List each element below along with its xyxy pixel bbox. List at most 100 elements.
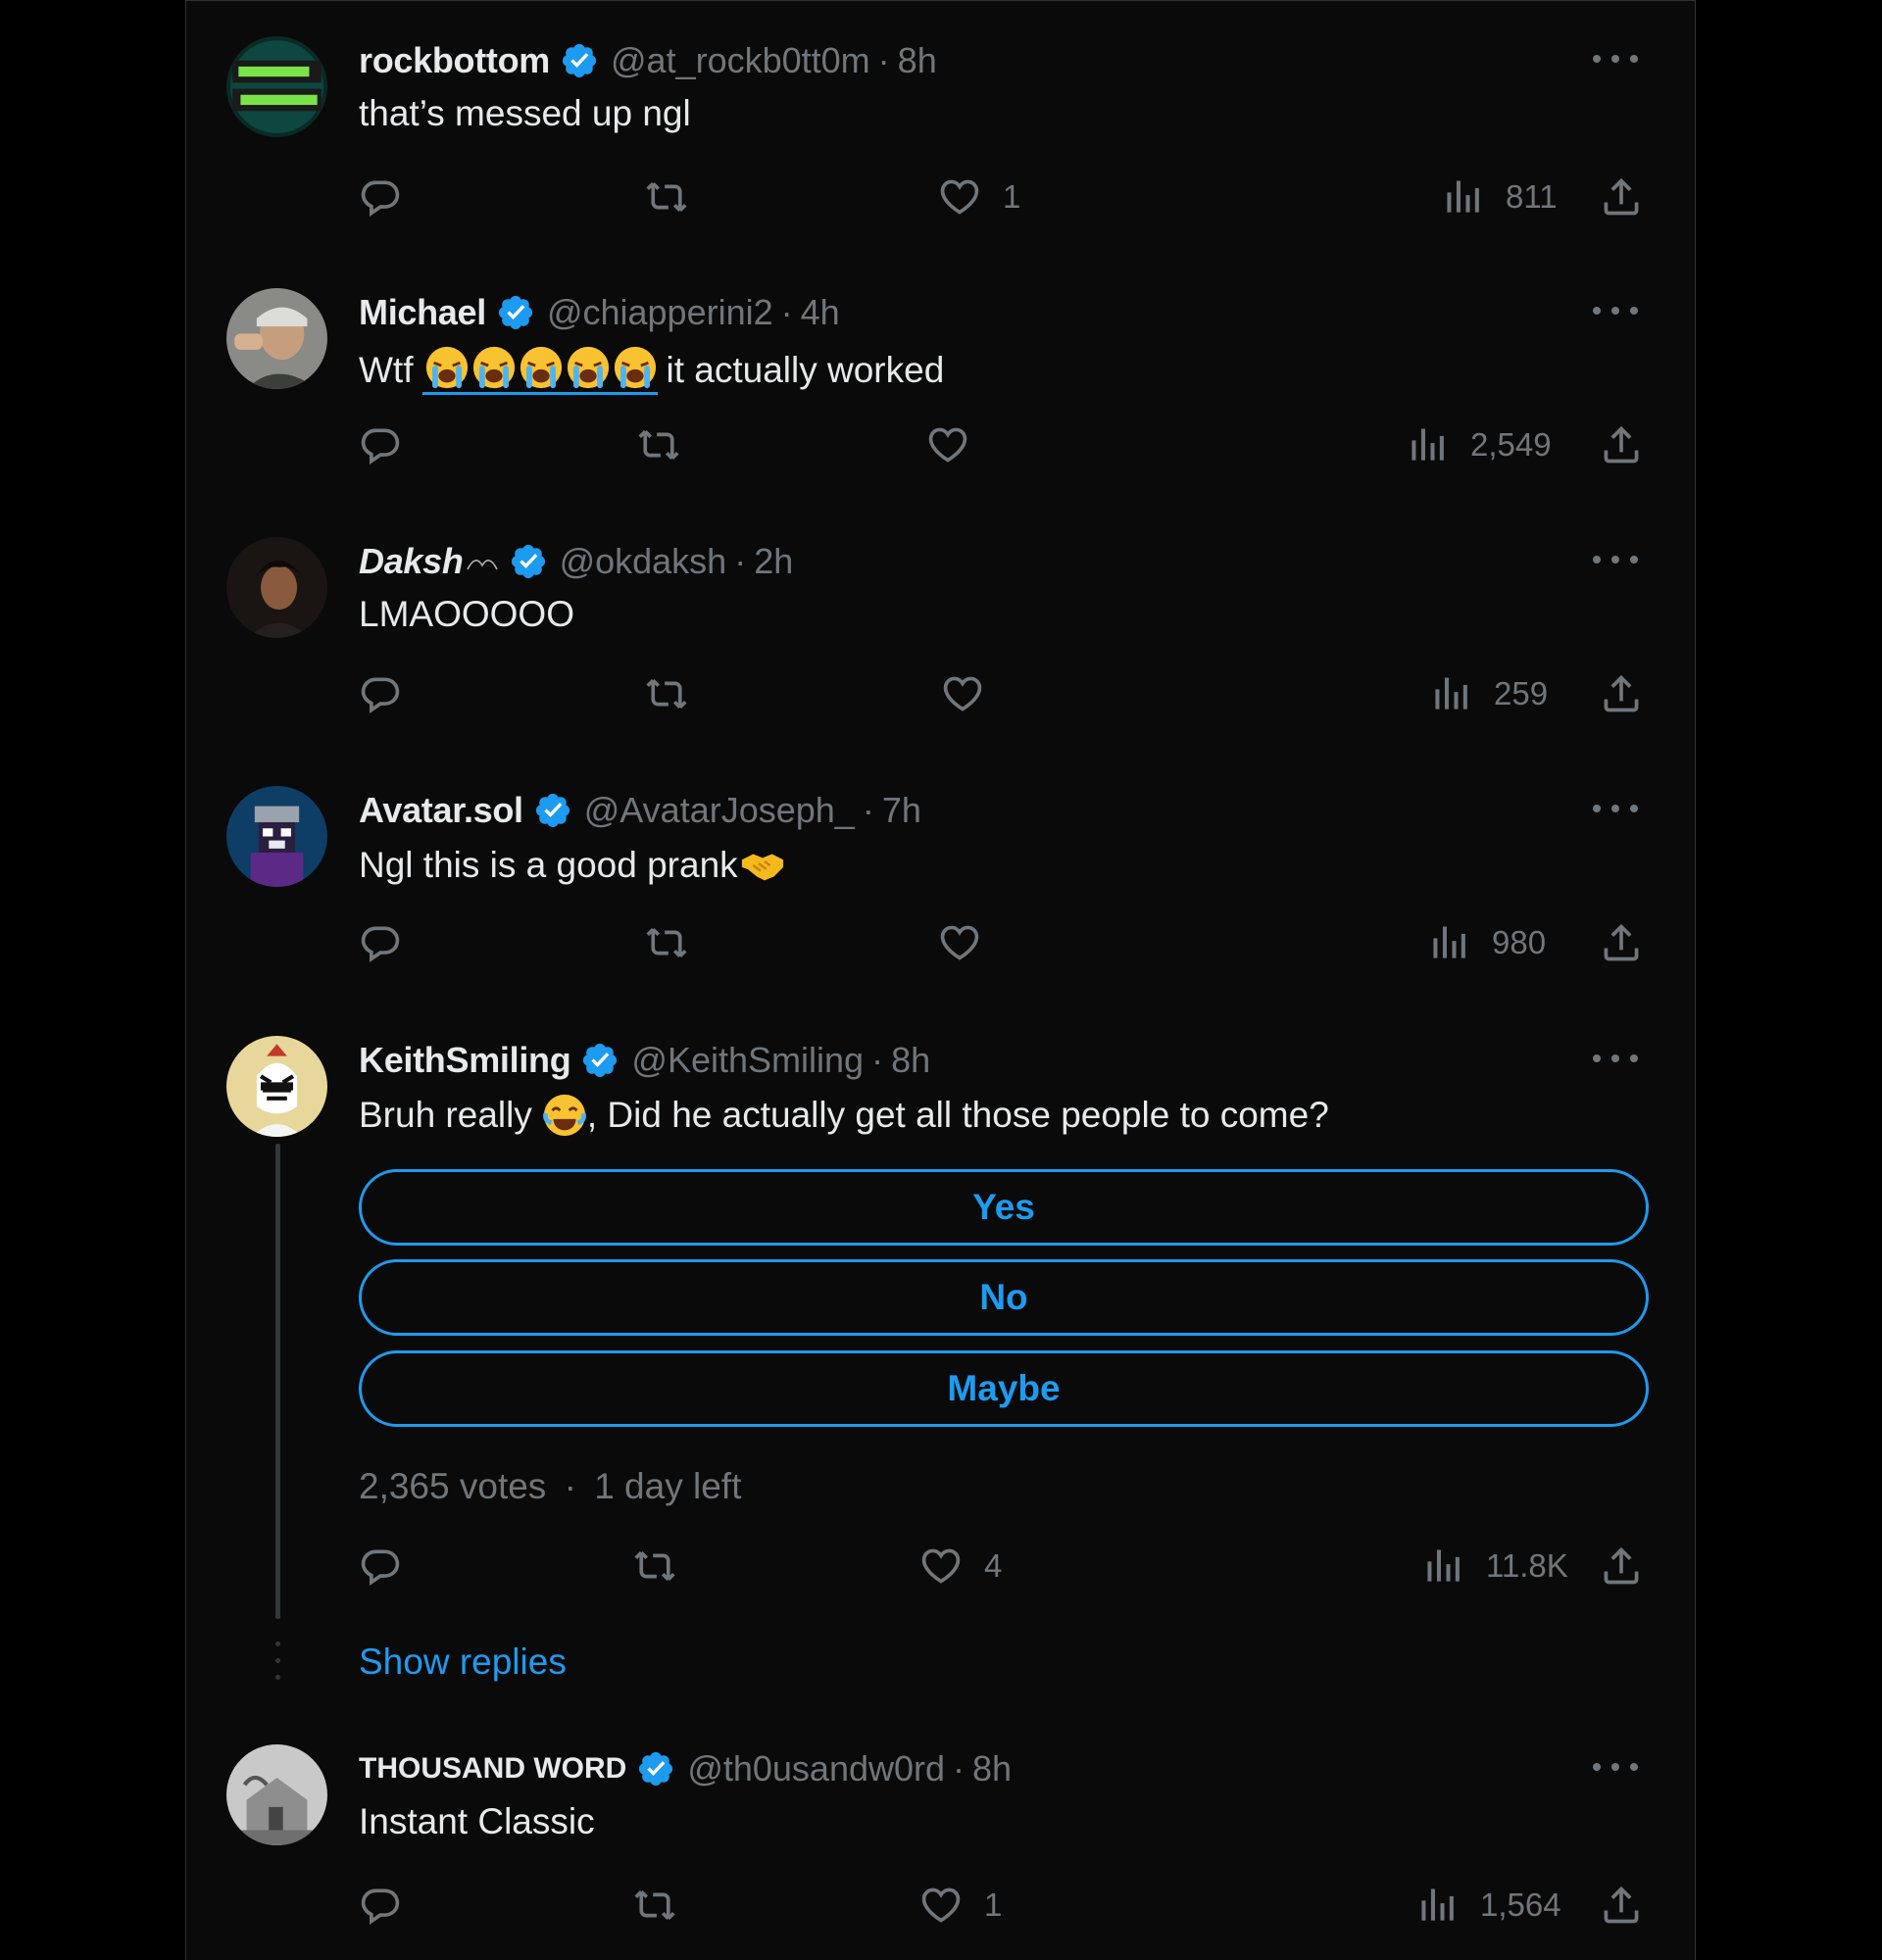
views-button[interactable]: 259: [1429, 664, 1548, 723]
user-handle[interactable]: @chiapperini2: [547, 292, 773, 333]
retweet-button[interactable]: [645, 913, 688, 972]
view-count: 2,549: [1470, 426, 1552, 463]
poll-vote-count: 2,365 votes: [359, 1466, 547, 1506]
retweet-icon: [645, 175, 688, 219]
like-button[interactable]: 1: [919, 1876, 1002, 1935]
poll-time-left: 1 day left: [594, 1466, 742, 1506]
timestamp[interactable]: 8h: [898, 40, 937, 81]
user-handle[interactable]: @okdaksh: [560, 541, 727, 582]
display-name[interactable]: KeithSmiling: [359, 1040, 571, 1081]
retweet-button[interactable]: [645, 664, 688, 723]
more-options-icon[interactable]: [1593, 794, 1638, 823]
heart-icon: [919, 1884, 963, 1927]
views-button[interactable]: 11.8K: [1421, 1537, 1568, 1595]
timestamp[interactable]: 8h: [891, 1040, 930, 1081]
reply-button[interactable]: [359, 1876, 402, 1935]
timestamp[interactable]: 7h: [882, 790, 921, 831]
heart-icon: [941, 672, 984, 715]
zebra-cartoon-avatar[interactable]: [226, 1036, 327, 1137]
reply-tweet[interactable]: THOUSAND WORD @th0usandw0rd · 8h Instant…: [186, 1709, 1695, 1960]
verified-badge-icon: [496, 293, 535, 332]
more-options-icon[interactable]: [1593, 44, 1638, 74]
retweet-button[interactable]: [633, 1537, 676, 1595]
tweet-text: LMAOOOOO: [359, 594, 574, 634]
rock-bottom-logo-avatar[interactable]: [226, 36, 327, 137]
like-button[interactable]: [941, 664, 984, 723]
reply-icon: [359, 1544, 402, 1588]
user-handle[interactable]: @AvatarJoseph_: [584, 790, 855, 831]
reply-button[interactable]: [359, 168, 402, 226]
like-button[interactable]: 4: [919, 1537, 1002, 1595]
views-button[interactable]: 1,564: [1415, 1876, 1561, 1935]
tweet-text-start: Ngl this is a good prank: [359, 845, 738, 885]
like-button[interactable]: [926, 416, 969, 474]
user-handle[interactable]: @th0usandw0rd: [687, 1748, 945, 1789]
like-count: 1: [1003, 178, 1021, 215]
retweet-button[interactable]: [645, 168, 688, 226]
more-options-icon[interactable]: [1593, 296, 1638, 325]
show-replies-link[interactable]: Show replies: [359, 1642, 567, 1683]
action-bar: 259: [359, 664, 1643, 723]
person-photo-avatar[interactable]: [226, 537, 327, 638]
reply-tweet-with-poll[interactable]: KeithSmiling @KeithSmiling · 8h Bruh rea…: [186, 1001, 1695, 1710]
like-button[interactable]: 1: [938, 168, 1020, 226]
more-options-icon[interactable]: [1593, 1044, 1638, 1073]
share-button[interactable]: [1600, 1876, 1643, 1935]
tweet-text-start: Wtf: [359, 349, 414, 390]
views-button[interactable]: 811: [1441, 168, 1558, 226]
like-button[interactable]: [938, 913, 981, 972]
views-icon: [1415, 1884, 1459, 1927]
reply-tweet[interactable]: Daksh @okdaksh · 2h LMAOOOOO 259: [186, 502, 1695, 752]
tweet-text-end: , Did he actually get all those people t…: [586, 1095, 1329, 1135]
reply-button[interactable]: [359, 1537, 402, 1595]
separator: ·: [780, 292, 793, 332]
reply-tweet[interactable]: Michael @chiapperini2 · 4h Wtf it actual…: [186, 253, 1695, 503]
loudly-crying-face-emoji: [471, 345, 517, 390]
share-button[interactable]: [1600, 1537, 1643, 1595]
action-bar: 1 1,564: [359, 1876, 1643, 1935]
views-button[interactable]: 2,549: [1406, 416, 1552, 474]
reply-button[interactable]: [359, 416, 402, 474]
user-handle[interactable]: @at_rockb0tt0m: [611, 40, 870, 81]
view-count: 259: [1494, 675, 1549, 711]
timestamp[interactable]: 8h: [972, 1748, 1012, 1789]
display-name[interactable]: Daksh: [359, 541, 464, 582]
house-photo-avatar[interactable]: [226, 1744, 327, 1845]
verified-badge-icon: [533, 791, 572, 830]
pixel-art-avatar[interactable]: [226, 786, 327, 887]
loudly-crying-face-emoji: [424, 345, 470, 390]
display-name[interactable]: Michael: [359, 292, 486, 333]
timestamp[interactable]: 4h: [801, 292, 840, 333]
views-button[interactable]: 980: [1427, 913, 1546, 972]
display-name[interactable]: Avatar.sol: [359, 790, 523, 831]
user-handle[interactable]: @KeithSmiling: [631, 1040, 864, 1081]
display-name[interactable]: THOUSAND WORD: [359, 1752, 626, 1786]
share-button[interactable]: [1600, 168, 1643, 226]
timestamp[interactable]: 2h: [754, 541, 793, 582]
replies-feed: rockbottom @at_rockb0tt0m · 8h that’s me…: [185, 0, 1696, 1960]
share-button[interactable]: [1600, 416, 1643, 474]
reply-button[interactable]: [359, 664, 402, 723]
poll-option-no[interactable]: No: [359, 1259, 1649, 1336]
person-photo-avatar[interactable]: [226, 288, 327, 389]
tweet-text-start: Bruh really: [359, 1095, 532, 1135]
share-button[interactable]: [1600, 664, 1643, 723]
reply-button[interactable]: [359, 913, 402, 972]
separator: ·: [734, 541, 747, 581]
reply-tweet[interactable]: rockbottom @at_rockb0tt0m · 8h that’s me…: [186, 0, 1695, 255]
poll-option-yes[interactable]: Yes: [359, 1169, 1649, 1246]
retweet-button[interactable]: [637, 416, 680, 474]
more-options-icon[interactable]: [1593, 1752, 1638, 1782]
retweet-icon: [645, 921, 688, 964]
action-bar: 980: [359, 913, 1643, 972]
share-icon: [1600, 672, 1643, 715]
tweet-header: Avatar.sol @AvatarJoseph_ · 7h: [359, 788, 921, 833]
display-name[interactable]: rockbottom: [359, 40, 550, 81]
reply-tweet[interactable]: Avatar.sol @AvatarJoseph_ · 7h Ngl this …: [186, 751, 1695, 1002]
separator: ·: [564, 1466, 576, 1506]
poll-option-maybe[interactable]: Maybe: [359, 1350, 1649, 1427]
share-button[interactable]: [1600, 913, 1643, 972]
share-icon: [1600, 1884, 1643, 1927]
more-options-icon[interactable]: [1593, 545, 1638, 574]
retweet-button[interactable]: [633, 1876, 676, 1935]
